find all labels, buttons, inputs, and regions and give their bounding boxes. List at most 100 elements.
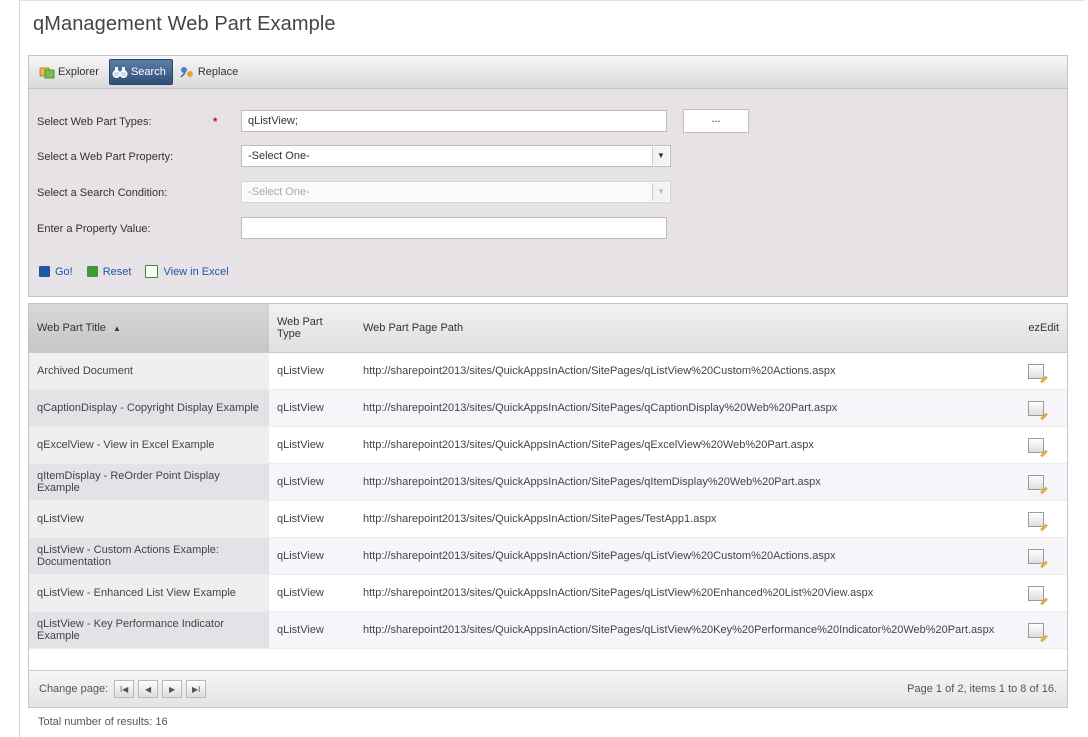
cell-web-part-type: qListView xyxy=(269,389,355,427)
cell-web-part-type: qListView xyxy=(269,574,355,612)
header-web-part-title[interactable]: Web Part Title ▲ xyxy=(29,304,269,353)
go-icon xyxy=(39,266,50,277)
search-panel: Select Web Part Types: * qListView; ... … xyxy=(28,89,1068,297)
header-path-label: Web Part Page Path xyxy=(363,322,464,334)
cell-ezedit xyxy=(1005,352,1067,390)
header-web-part-page-path[interactable]: Web Part Page Path xyxy=(355,304,1005,353)
cell-web-part-type: qListView xyxy=(269,463,355,501)
value-label: Enter a Property Value: xyxy=(37,223,151,235)
chevron-down-icon[interactable]: ▼ xyxy=(652,183,669,201)
cell-web-part-type: qListView xyxy=(269,426,355,464)
table-row[interactable]: qExcelView - View in Excel Example qListV… xyxy=(29,426,1067,464)
cell-web-part-title: qListView xyxy=(29,500,269,538)
cell-web-part-page-path: http://sharepoint2013/sites/QuickAppsInA… xyxy=(355,389,1005,427)
types-row: Select Web Part Types: * xyxy=(37,111,233,133)
next-page-button[interactable]: ▶ xyxy=(162,680,183,698)
edit-icon[interactable] xyxy=(1028,511,1044,527)
condition-select[interactable]: -Select One- ▼ xyxy=(241,181,671,203)
table-row[interactable]: qCaptionDisplay - Copyright Display Exam… xyxy=(29,389,1067,427)
edit-icon[interactable] xyxy=(1028,548,1044,564)
sort-ascending-icon: ▲ xyxy=(112,324,121,333)
last-page-button[interactable]: ▶I xyxy=(186,680,207,698)
change-page-label: Change page: xyxy=(39,683,109,695)
cell-web-part-page-path: http://sharepoint2013/sites/QuickAppsInA… xyxy=(355,611,1005,649)
table-row[interactable]: qListView - Custom Actions Example: Docu… xyxy=(29,537,1067,575)
cell-web-part-page-path: http://sharepoint2013/sites/QuickAppsInA… xyxy=(355,500,1005,538)
property-label: Select a Web Part Property: xyxy=(37,151,174,163)
cell-ezedit xyxy=(1005,463,1067,501)
types-label: Select Web Part Types: xyxy=(37,116,152,128)
reset-icon xyxy=(86,266,98,277)
table-row[interactable]: qListView - Enhanced List View Example qL… xyxy=(29,574,1067,612)
cell-web-part-title: qListView - Key Performance Indicator Ex… xyxy=(29,611,269,649)
pager: Change page: I◀ ◀ ▶ ▶I Page 1 of 2, item… xyxy=(29,670,1067,707)
edit-icon[interactable] xyxy=(1028,400,1044,416)
header-edit-label: ezEdit xyxy=(1028,322,1059,334)
web-part-types-input[interactable]: qListView; xyxy=(241,110,667,132)
first-page-button[interactable]: I◀ xyxy=(114,680,135,698)
previous-page-button[interactable]: ◀ xyxy=(138,680,159,698)
tab-explorer[interactable]: Explorer xyxy=(37,60,105,84)
explorer-icon xyxy=(39,65,55,79)
cell-web-part-title: qCaptionDisplay - Copyright Display Exam… xyxy=(29,389,269,427)
condition-row: Select a Search Condition: xyxy=(37,182,233,204)
property-row: Select a Web Part Property: xyxy=(37,146,233,168)
cell-web-part-page-path: http://sharepoint2013/sites/QuickAppsInA… xyxy=(355,352,1005,390)
view-in-excel-button[interactable]: View in Excel xyxy=(145,265,229,278)
cell-web-part-page-path: http://sharepoint2013/sites/QuickAppsInA… xyxy=(355,426,1005,464)
value-row: Enter a Property Value: xyxy=(37,218,233,240)
results-grid: Web Part Title ▲ Web Part Type Web Part … xyxy=(28,303,1068,708)
tab-bar: Explorer Search Replace xyxy=(28,55,1068,89)
binoculars-icon xyxy=(112,65,128,79)
edit-icon[interactable] xyxy=(1028,363,1044,379)
view-in-excel-label: View in Excel xyxy=(163,265,229,278)
cell-web-part-page-path: http://sharepoint2013/sites/QuickAppsInA… xyxy=(355,537,1005,575)
property-select-value: -Select One- xyxy=(248,150,310,162)
condition-label: Select a Search Condition: xyxy=(37,187,168,199)
required-mark: * xyxy=(213,116,218,128)
cell-web-part-title: qItemDisplay - ReOrder Point Display Exa… xyxy=(29,463,269,501)
cell-web-part-type: qListView xyxy=(269,611,355,649)
reset-button[interactable]: Reset xyxy=(86,266,131,278)
cell-ezedit xyxy=(1005,500,1067,538)
cell-web-part-page-path: http://sharepoint2013/sites/QuickAppsInA… xyxy=(355,463,1005,501)
header-web-part-type[interactable]: Web Part Type xyxy=(269,304,355,353)
header-type-label: Web Part Type xyxy=(277,316,323,340)
pager-info: Page 1 of 2, items 1 to 8 of 16. xyxy=(907,683,1057,695)
cell-web-part-type: qListView xyxy=(269,352,355,390)
property-value-input[interactable] xyxy=(241,217,667,239)
cell-web-part-title: qListView - Custom Actions Example: Docu… xyxy=(29,537,269,575)
tab-search-label: Search xyxy=(130,66,166,78)
cell-web-part-title: Archived Document xyxy=(29,352,269,390)
tab-replace-label: Replace xyxy=(197,66,239,78)
cell-web-part-type: qListView xyxy=(269,500,355,538)
cell-ezedit xyxy=(1005,611,1067,649)
table-row[interactable]: qListView qListView http://sharepoint2013/… xyxy=(29,500,1067,538)
cell-ezedit xyxy=(1005,389,1067,427)
cell-ezedit xyxy=(1005,537,1067,575)
tab-search[interactable]: Search xyxy=(108,59,173,85)
property-select[interactable]: -Select One- ▼ xyxy=(241,145,671,167)
edit-icon[interactable] xyxy=(1028,437,1044,453)
cell-ezedit xyxy=(1005,426,1067,464)
cell-web-part-title: qListView - Enhanced List View Example xyxy=(29,574,269,612)
browse-types-button[interactable]: ... xyxy=(683,109,749,133)
chevron-down-icon[interactable]: ▼ xyxy=(652,147,669,165)
table-row[interactable]: qListView - Key Performance Indicator Ex… xyxy=(29,611,1067,649)
edit-icon[interactable] xyxy=(1028,474,1044,490)
header-ezedit: ezEdit xyxy=(1005,304,1067,353)
replace-icon xyxy=(179,65,195,79)
results-table: Web Part Title ▲ Web Part Type Web Part … xyxy=(29,304,1067,649)
cell-web-part-type: qListView xyxy=(269,537,355,575)
total-results: Total number of results: 16 xyxy=(38,716,168,728)
tab-explorer-label: Explorer xyxy=(58,66,99,78)
edit-icon[interactable] xyxy=(1028,622,1044,638)
tab-replace[interactable]: Replace xyxy=(177,60,244,84)
cell-web-part-title: qExcelView - View in Excel Example xyxy=(29,426,269,464)
table-row[interactable]: qItemDisplay - ReOrder Point Display Exa… xyxy=(29,463,1067,501)
edit-icon[interactable] xyxy=(1028,585,1044,601)
go-label: Go! xyxy=(55,265,73,278)
go-button[interactable]: Go! xyxy=(39,266,73,278)
table-row[interactable]: Archived Document qListView http://sharepo… xyxy=(29,352,1067,390)
page-title: qManagement Web Part Example xyxy=(33,13,336,35)
